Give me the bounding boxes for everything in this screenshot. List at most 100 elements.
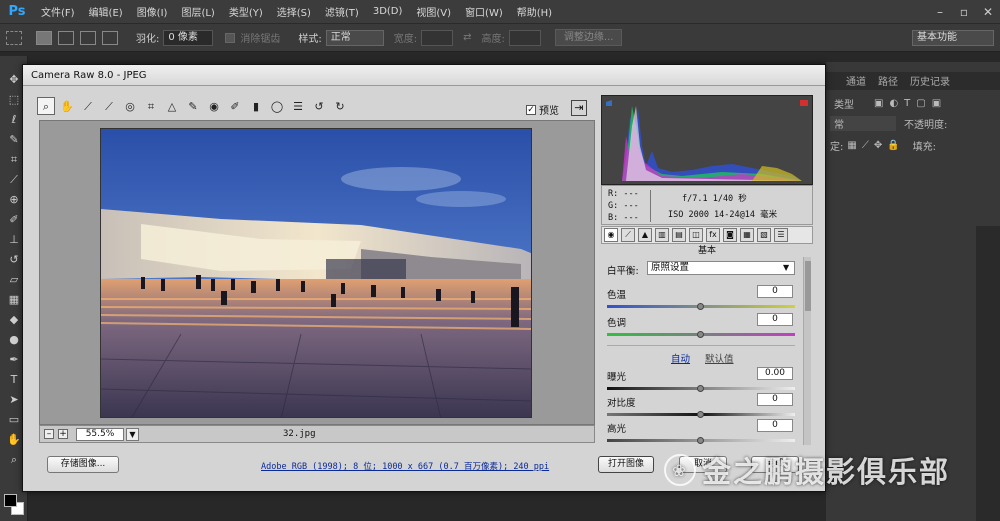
- contrast-input[interactable]: 0: [757, 393, 793, 406]
- target-adjust-icon[interactable]: ◎: [121, 97, 139, 115]
- workflow-options-link[interactable]: Adobe RGB (1998); 8 位; 1000 x 667 (0.7 百…: [261, 460, 549, 472]
- zoom-dropdown-icon[interactable]: ▼: [126, 427, 139, 441]
- camera-calibration-icon[interactable]: ◙: [723, 228, 737, 242]
- menu-file[interactable]: 文件(F): [34, 4, 82, 19]
- fullscreen-icon[interactable]: ⇥: [571, 100, 587, 116]
- zoom-icon[interactable]: ⌕: [37, 97, 55, 115]
- color-sampler-icon[interactable]: ⟋: [100, 97, 118, 115]
- layer-filter-row: 类型 ▣◐T▢▣: [826, 92, 1000, 114]
- add-selection-icon[interactable]: [58, 30, 74, 45]
- spot-removal-icon[interactable]: ✎: [184, 97, 202, 115]
- zoom-level-input[interactable]: 55.5%: [76, 427, 124, 441]
- marquee-tool-preset-icon[interactable]: [6, 30, 22, 45]
- detail-icon[interactable]: ▲: [638, 228, 652, 242]
- filter-kind-label[interactable]: 类型: [834, 96, 854, 111]
- auto-link[interactable]: 自动: [671, 351, 690, 365]
- zoom-in-button[interactable]: +: [58, 429, 68, 439]
- intersect-selection-icon[interactable]: [102, 30, 118, 45]
- tab-history[interactable]: 历史记录: [904, 71, 956, 90]
- adjustment-brush-icon[interactable]: ✐: [226, 97, 244, 115]
- close-button[interactable]: ✕: [976, 2, 1000, 22]
- hand-icon[interactable]: ✋: [58, 97, 76, 115]
- highlights-input[interactable]: 0: [757, 419, 793, 432]
- foreground-color-swatch[interactable]: [4, 494, 17, 507]
- tab-channels[interactable]: 通道: [840, 71, 872, 90]
- default-link[interactable]: 默认值: [705, 351, 734, 365]
- effects-icon[interactable]: fx: [706, 228, 720, 242]
- temperature-label: 色温: [607, 290, 627, 301]
- split-toning-icon[interactable]: ▤: [672, 228, 686, 242]
- hsl-icon[interactable]: ▥: [655, 228, 669, 242]
- open-image-button[interactable]: 打开图像: [598, 456, 654, 473]
- menu-window[interactable]: 窗口(W): [458, 4, 510, 19]
- presets-icon[interactable]: ▦: [740, 228, 754, 242]
- image-preview-area[interactable]: [39, 120, 595, 425]
- refine-edge-button[interactable]: 调整边缘...: [554, 29, 623, 46]
- subtract-selection-icon[interactable]: [80, 30, 96, 45]
- tint-input[interactable]: 0: [757, 313, 793, 326]
- height-input[interactable]: [508, 29, 541, 46]
- width-input[interactable]: [421, 29, 454, 46]
- menu-type[interactable]: 类型(Y): [222, 4, 270, 19]
- panel-title: 基本: [697, 246, 716, 256]
- contrast-slider-thumb[interactable]: [697, 411, 704, 418]
- tone-curve-icon[interactable]: ⟋: [621, 228, 635, 242]
- menu-select[interactable]: 选择(S): [270, 4, 318, 19]
- straighten-icon[interactable]: △: [163, 97, 181, 115]
- menu-layer[interactable]: 图层(L): [174, 4, 221, 19]
- dialog-title: Camera Raw 8.0 - JPEG: [23, 65, 825, 86]
- preferences-icon[interactable]: ☰: [289, 97, 307, 115]
- zoom-out-button[interactable]: –: [44, 429, 54, 439]
- lens-corrections-icon[interactable]: ◫: [689, 228, 703, 242]
- minimize-button[interactable]: –: [928, 2, 952, 22]
- crop-icon[interactable]: ⌗: [142, 97, 160, 115]
- graduated-filter-icon[interactable]: ▮: [247, 97, 265, 115]
- antialias-checkbox[interactable]: [225, 32, 236, 43]
- exposure-label: 曝光: [607, 372, 627, 383]
- blend-mode-select[interactable]: 常: [830, 115, 896, 131]
- menu-edit[interactable]: 编辑(E): [82, 4, 130, 19]
- lock-icons[interactable]: ▦⟋✥🔒: [847, 140, 904, 151]
- menu-3d[interactable]: 3D(D): [366, 6, 410, 17]
- rgb-readout-g: G: ---: [608, 201, 639, 211]
- info-divider: [650, 190, 651, 222]
- panel-menu-icon[interactable]: ☰: [774, 228, 788, 242]
- filter-icons[interactable]: ▣◐T▢▣: [874, 98, 947, 109]
- menu-filter[interactable]: 滤镜(T): [318, 4, 366, 19]
- rotate-right-icon[interactable]: ↻: [331, 97, 349, 115]
- preview-toggle[interactable]: ✓ 预览: [526, 102, 559, 117]
- temperature-slider-thumb[interactable]: [697, 303, 704, 310]
- swap-icon[interactable]: ⇄: [463, 32, 471, 43]
- basic-panel-icon[interactable]: ◉: [604, 228, 618, 242]
- temperature-input[interactable]: 0: [757, 285, 793, 298]
- restore-button[interactable]: ▫: [952, 2, 976, 22]
- adjustment-panel-tabs: ◉ ⟋ ▲ ▥ ▤ ◫ fx ◙ ▦ ▧ ☰: [601, 226, 813, 244]
- white-balance-select[interactable]: 原照设置: [647, 261, 795, 275]
- tint-label: 色调: [607, 318, 627, 329]
- workspace-select[interactable]: 基本功能: [912, 29, 994, 46]
- exposure-input[interactable]: 0.00: [757, 367, 793, 380]
- tint-slider-thumb[interactable]: [697, 331, 704, 338]
- new-selection-icon[interactable]: [36, 30, 52, 45]
- highlights-slider-thumb[interactable]: [697, 437, 704, 444]
- feather-input[interactable]: 0 像素: [163, 29, 214, 46]
- chevron-down-icon[interactable]: ▼: [783, 263, 789, 272]
- style-select[interactable]: 正常: [325, 29, 384, 46]
- snapshots-icon[interactable]: ▧: [757, 228, 771, 242]
- white-balance-icon[interactable]: ⟋: [79, 97, 97, 115]
- menu-view[interactable]: 视图(V): [409, 4, 458, 19]
- menu-image[interactable]: 图像(I): [130, 4, 175, 19]
- tab-paths[interactable]: 路径: [872, 71, 904, 90]
- radial-filter-icon[interactable]: ◯: [268, 97, 286, 115]
- iso-lens: ISO 2000 14-24@14 毫米: [668, 210, 778, 220]
- menu-help[interactable]: 帮助(H): [510, 4, 559, 19]
- rotate-left-icon[interactable]: ↺: [310, 97, 328, 115]
- red-eye-icon[interactable]: ◉: [205, 97, 223, 115]
- scrollbar-thumb[interactable]: [805, 261, 811, 311]
- color-swatches[interactable]: [4, 494, 24, 516]
- save-image-button[interactable]: 存储图像...: [47, 456, 119, 473]
- preview-checkbox[interactable]: ✓: [526, 104, 536, 115]
- options-bar: 羽化: 0 像素 消除锯齿 样式: 正常 宽度: ⇄ 高度: 调整边缘... 基…: [0, 24, 1000, 52]
- exposure-slider-thumb[interactable]: [697, 385, 704, 392]
- basic-panel-scrollbar[interactable]: [803, 257, 811, 445]
